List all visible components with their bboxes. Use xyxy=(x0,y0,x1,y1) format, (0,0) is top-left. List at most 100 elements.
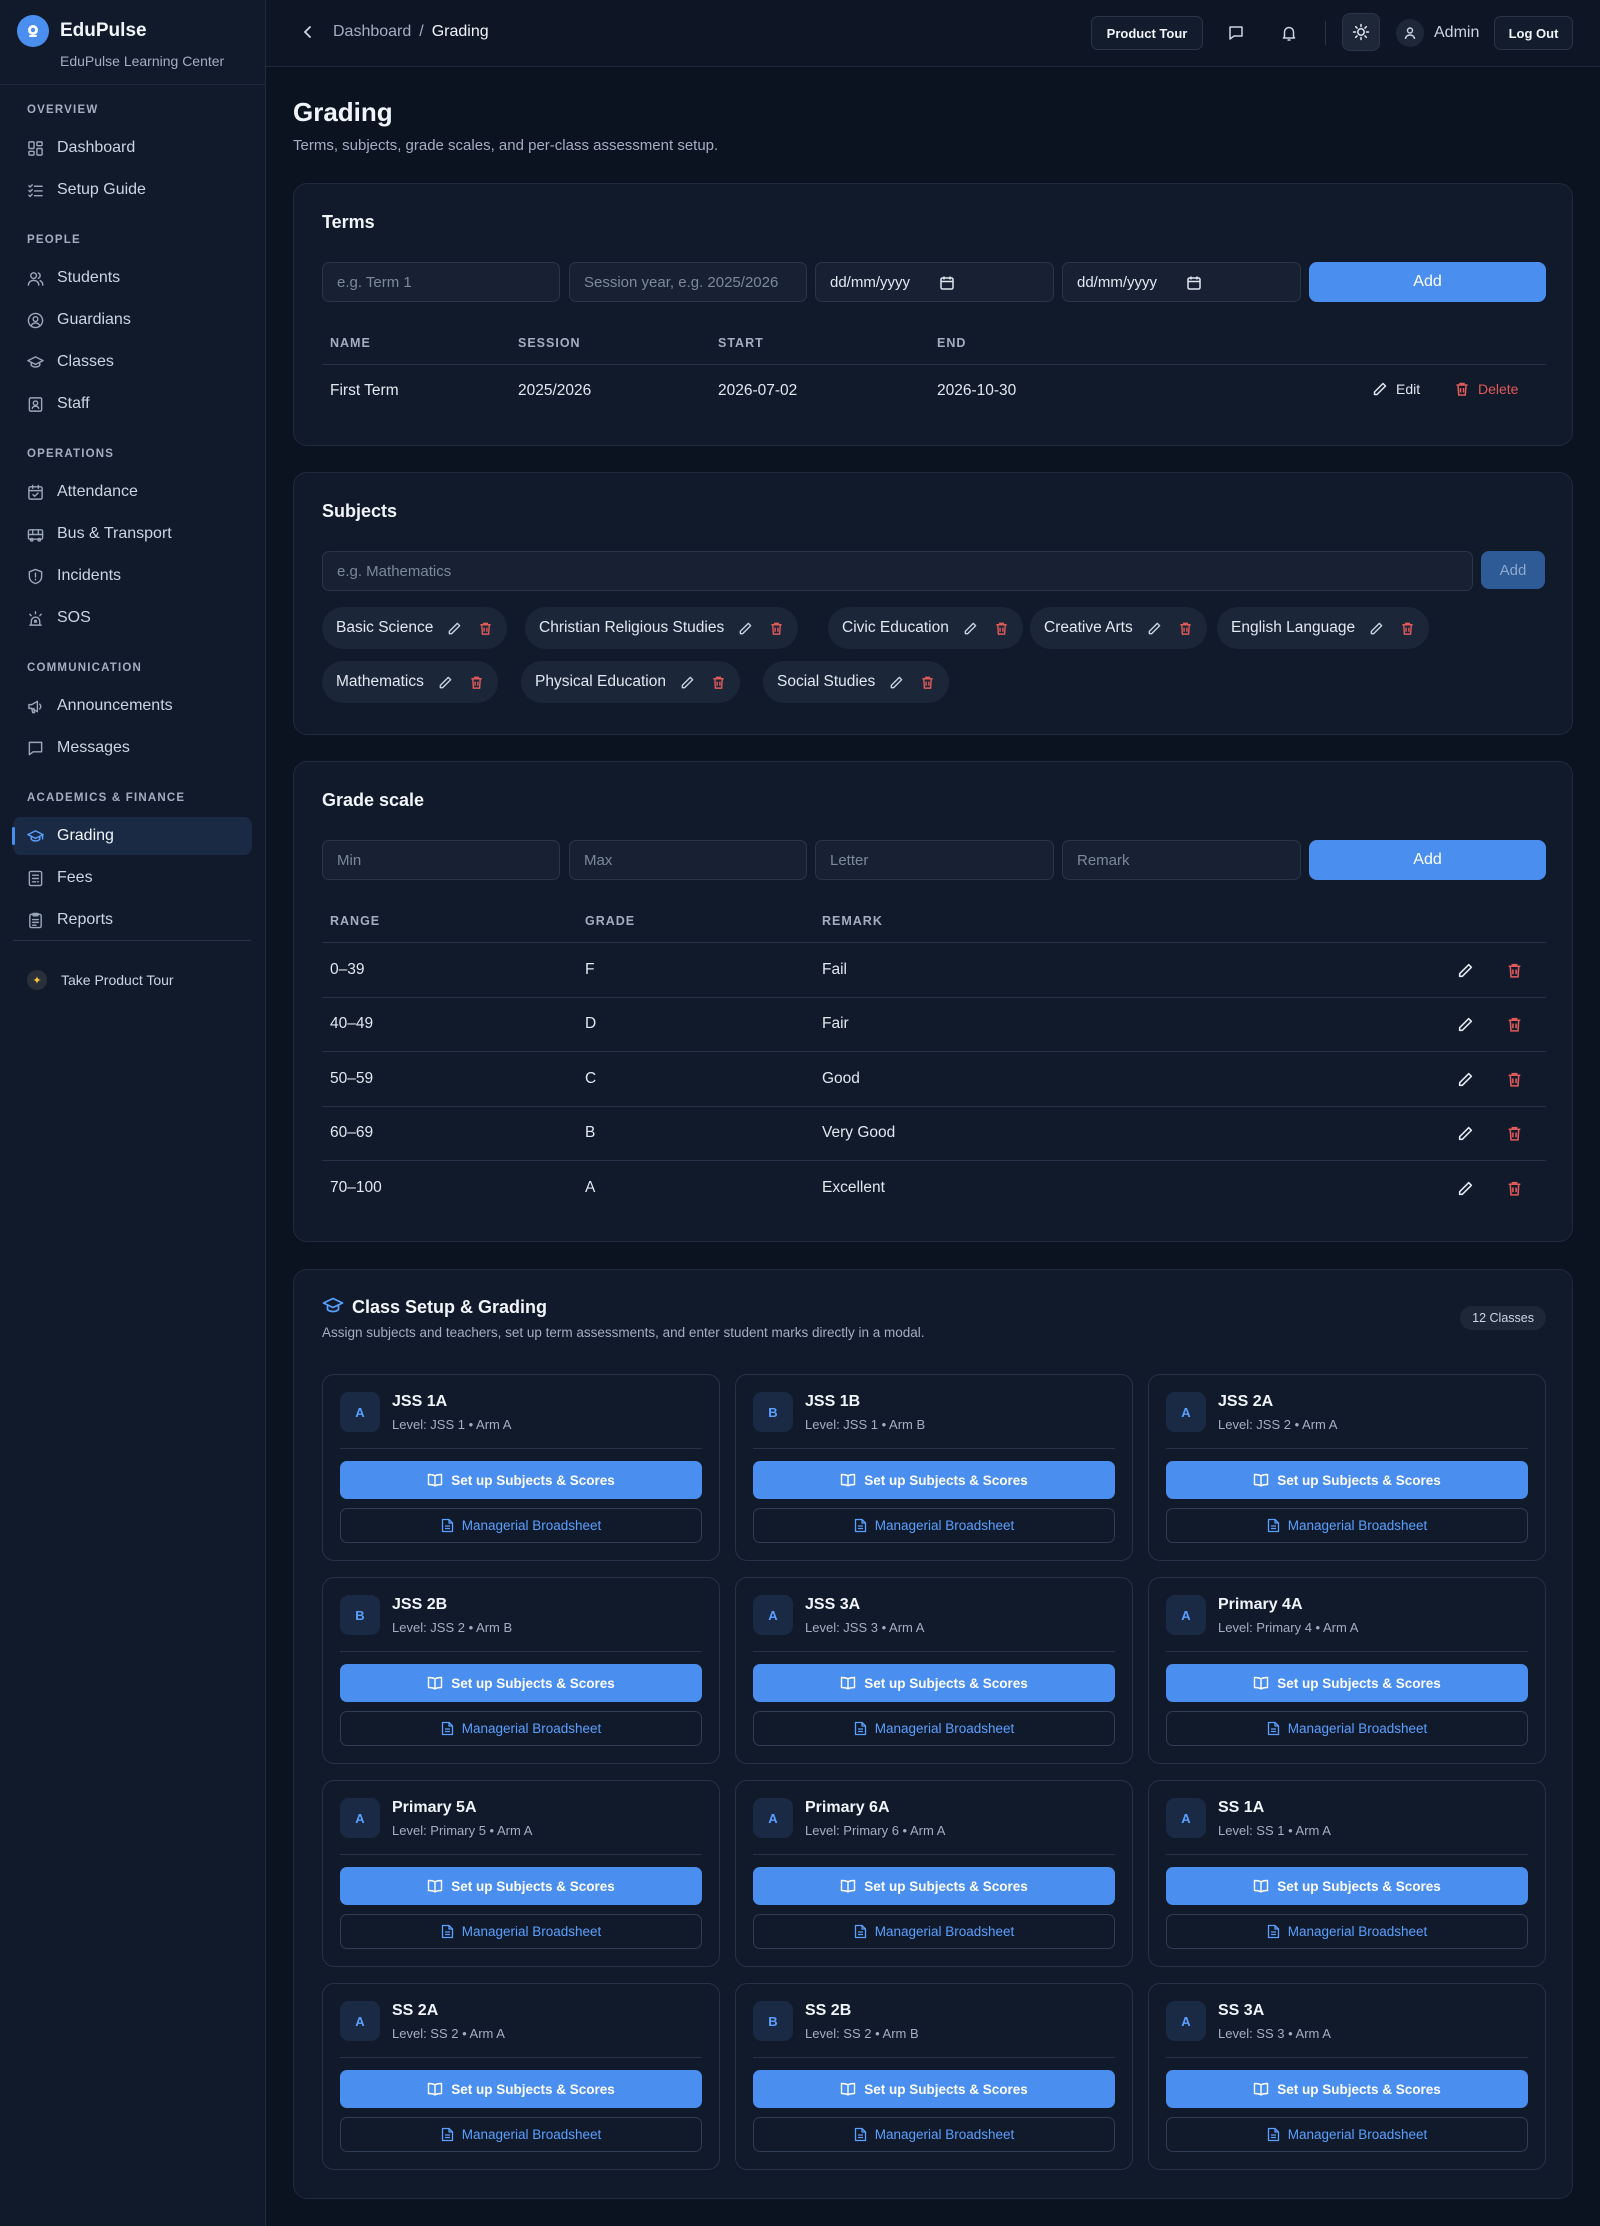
delete-term-button[interactable]: Delete xyxy=(1454,381,1518,397)
trash-icon[interactable] xyxy=(994,621,1009,636)
trash-icon[interactable] xyxy=(1178,621,1193,636)
theme-toggle-sun-icon[interactable] xyxy=(1342,13,1380,51)
class-card: A JSS 2A Level: JSS 2 • Arm A Set up Subjec… xyxy=(1148,1374,1546,1561)
add-term-button[interactable]: Add xyxy=(1309,262,1546,302)
subject-chip: Physical Education xyxy=(521,661,740,703)
class-card-divider xyxy=(340,1651,702,1652)
setup-subjects-scores-button[interactable]: Set up Subjects & Scores xyxy=(1166,2070,1528,2108)
trash-icon[interactable] xyxy=(1506,1125,1523,1142)
setup-subjects-scores-button[interactable]: Set up Subjects & Scores xyxy=(753,1461,1115,1499)
calendar-icon[interactable] xyxy=(1186,275,1202,291)
log-out-button[interactable]: Log Out xyxy=(1494,16,1573,50)
sidebar-item-messages[interactable]: Messages xyxy=(13,729,252,767)
setup-subjects-scores-button[interactable]: Set up Subjects & Scores xyxy=(1166,1664,1528,1702)
setup-subjects-scores-button[interactable]: Set up Subjects & Scores xyxy=(1166,1461,1528,1499)
managerial-broadsheet-button[interactable]: Managerial Broadsheet xyxy=(1166,1508,1528,1543)
sidebar-item-announcements[interactable]: Announcements xyxy=(13,687,252,725)
sidebar-item-fees[interactable]: Fees xyxy=(13,859,252,897)
managerial-broadsheet-button[interactable]: Managerial Broadsheet xyxy=(1166,1914,1528,1949)
term-session-input[interactable]: Session year, e.g. 2025/2026 xyxy=(569,262,807,302)
managerial-broadsheet-button[interactable]: Managerial Broadsheet xyxy=(340,1508,702,1543)
sidebar-item-attendance[interactable]: Attendance xyxy=(13,473,252,511)
class-card: A SS 1A Level: SS 1 • Arm A Set up Subjects… xyxy=(1148,1780,1546,1967)
setup-subjects-scores-button[interactable]: Set up Subjects & Scores xyxy=(340,2070,702,2108)
pencil-icon[interactable] xyxy=(447,621,462,636)
subject-name: Physical Education xyxy=(535,673,666,690)
trash-icon[interactable] xyxy=(1506,1016,1523,1033)
managerial-broadsheet-button[interactable]: Managerial Broadsheet xyxy=(1166,1711,1528,1746)
trash-icon[interactable] xyxy=(711,675,726,690)
sidebar-item-reports[interactable]: Reports xyxy=(13,901,252,939)
calendar-icon[interactable] xyxy=(939,275,955,291)
trash-icon[interactable] xyxy=(920,675,935,690)
add-subject-button[interactable]: Add xyxy=(1481,551,1545,589)
take-product-tour-link[interactable]: ✦ Take Product Tour xyxy=(27,970,174,990)
pencil-icon[interactable] xyxy=(738,621,753,636)
pencil-icon[interactable] xyxy=(1369,621,1384,636)
setup-subjects-scores-button[interactable]: Set up Subjects & Scores xyxy=(340,1867,702,1905)
class-level: Level: Primary 5 • Arm A xyxy=(392,1823,533,1838)
pencil-icon[interactable] xyxy=(438,675,453,690)
term-start-date-input[interactable]: dd/mm/yyyy xyxy=(815,262,1054,302)
trash-icon[interactable] xyxy=(1506,962,1523,979)
sidebar-item-incidents[interactable]: Incidents xyxy=(13,557,252,595)
term-end-date-input[interactable]: dd/mm/yyyy xyxy=(1062,262,1301,302)
sos-icon xyxy=(27,610,44,627)
trash-icon[interactable] xyxy=(1506,1180,1523,1197)
setup-subjects-scores-button[interactable]: Set up Subjects & Scores xyxy=(1166,1867,1528,1905)
subject-name-input[interactable]: e.g. Mathematics xyxy=(322,551,1473,591)
term-name-input[interactable]: e.g. Term 1 xyxy=(322,262,560,302)
grade-remark-input[interactable]: Remark xyxy=(1062,840,1301,880)
edit-term-button[interactable]: Edit xyxy=(1372,381,1420,397)
sidebar-item-grading[interactable]: Grading xyxy=(12,817,252,855)
pencil-icon[interactable] xyxy=(1457,1180,1474,1197)
trash-icon[interactable] xyxy=(1506,1071,1523,1088)
pencil-icon[interactable] xyxy=(1457,1125,1474,1142)
sidebar-item-setup-guide[interactable]: Setup Guide xyxy=(13,171,252,209)
user-avatar-icon[interactable] xyxy=(1396,19,1424,47)
product-tour-button[interactable]: Product Tour xyxy=(1091,16,1203,50)
grade-min-input[interactable]: Min xyxy=(322,840,560,880)
bell-icon[interactable] xyxy=(1275,19,1303,47)
setup-subjects-scores-button[interactable]: Set up Subjects & Scores xyxy=(753,1664,1115,1702)
sidebar-item-sos[interactable]: SOS xyxy=(13,599,252,637)
pencil-icon[interactable] xyxy=(1457,962,1474,979)
managerial-broadsheet-button[interactable]: Managerial Broadsheet xyxy=(753,2117,1115,2152)
setup-subjects-scores-button[interactable]: Set up Subjects & Scores xyxy=(340,1664,702,1702)
user-name[interactable]: Admin xyxy=(1434,24,1479,42)
managerial-broadsheet-button[interactable]: Managerial Broadsheet xyxy=(340,1711,702,1746)
pencil-icon[interactable] xyxy=(889,675,904,690)
grade-max-input[interactable]: Max xyxy=(569,840,807,880)
managerial-broadsheet-button[interactable]: Managerial Broadsheet xyxy=(1166,2117,1528,2152)
setup-subjects-scores-button[interactable]: Set up Subjects & Scores xyxy=(753,2070,1115,2108)
managerial-broadsheet-button[interactable]: Managerial Broadsheet xyxy=(753,1711,1115,1746)
trash-icon[interactable] xyxy=(478,621,493,636)
breadcrumb-dashboard[interactable]: Dashboard xyxy=(333,23,411,40)
managerial-broadsheet-button[interactable]: Managerial Broadsheet xyxy=(753,1914,1115,1949)
pencil-icon[interactable] xyxy=(963,621,978,636)
setup-subjects-scores-button[interactable]: Set up Subjects & Scores xyxy=(340,1461,702,1499)
setup-subjects-scores-button[interactable]: Set up Subjects & Scores xyxy=(753,1867,1115,1905)
messages-icon[interactable] xyxy=(1222,19,1250,47)
add-grade-button[interactable]: Add xyxy=(1309,840,1546,880)
pencil-icon[interactable] xyxy=(680,675,695,690)
subject-chip: Creative Arts xyxy=(1030,607,1207,649)
managerial-broadsheet-button[interactable]: Managerial Broadsheet xyxy=(340,1914,702,1949)
back-chevron-icon[interactable] xyxy=(300,24,316,40)
pencil-icon[interactable] xyxy=(1457,1071,1474,1088)
sidebar-item-dashboard[interactable]: Dashboard xyxy=(13,129,252,167)
managerial-broadsheet-button[interactable]: Managerial Broadsheet xyxy=(340,2117,702,2152)
grade-letter-input[interactable]: Letter xyxy=(815,840,1054,880)
trash-icon[interactable] xyxy=(769,621,784,636)
bus-transport-icon xyxy=(27,526,44,543)
sidebar-item-bus-transport[interactable]: Bus & Transport xyxy=(13,515,252,553)
sidebar-item-classes[interactable]: Classes xyxy=(13,343,252,381)
pencil-icon[interactable] xyxy=(1147,621,1162,636)
sidebar-item-students[interactable]: Students xyxy=(13,259,252,297)
pencil-icon[interactable] xyxy=(1457,1016,1474,1033)
managerial-broadsheet-button[interactable]: Managerial Broadsheet xyxy=(753,1508,1115,1543)
sidebar-item-guardians[interactable]: Guardians xyxy=(13,301,252,339)
trash-icon[interactable] xyxy=(469,675,484,690)
sidebar-item-staff[interactable]: Staff xyxy=(13,385,252,423)
trash-icon[interactable] xyxy=(1400,621,1415,636)
